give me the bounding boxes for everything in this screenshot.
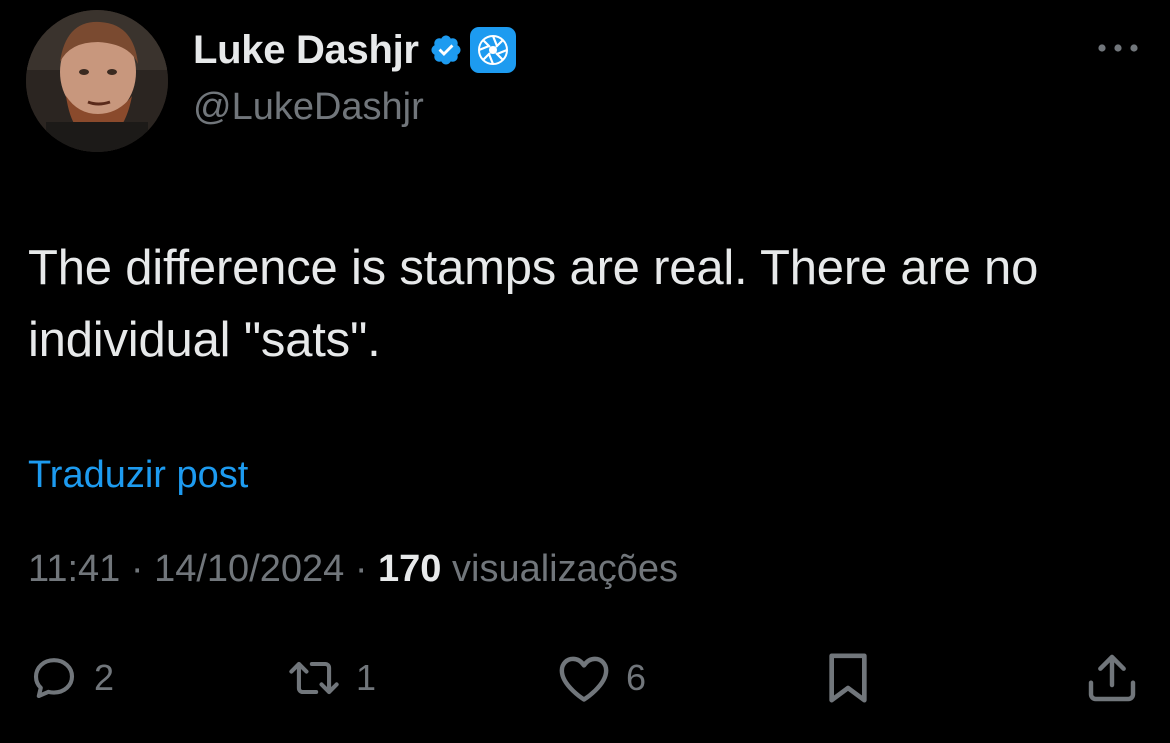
heart-icon — [559, 656, 609, 702]
retweet-icon — [289, 661, 339, 695]
reply-button[interactable]: 2 — [28, 648, 114, 708]
verified-badge-icon — [431, 35, 461, 65]
like-count: 6 — [626, 657, 647, 698]
avatar[interactable] — [26, 10, 168, 152]
author-name-row[interactable]: Luke Dashjr — [193, 26, 516, 74]
author-display-name[interactable]: Luke Dashjr — [193, 28, 419, 73]
retweet-count: 1 — [356, 657, 377, 698]
views-count[interactable]: 170 — [378, 548, 441, 590]
share-button[interactable] — [1084, 648, 1140, 708]
tweet-time[interactable]: 11:41 — [28, 548, 120, 590]
tweet-metadata: 11:41 · 14/10/2024 · 170 visualizações — [28, 548, 678, 591]
retweet-button[interactable]: 1 — [286, 648, 376, 708]
affiliate-badge-icon[interactable] — [469, 27, 516, 73]
tweet-date[interactable]: 14/10/2024 — [154, 548, 344, 590]
bookmark-button[interactable] — [822, 648, 874, 708]
meta-separator: · — [130, 548, 144, 590]
views-label[interactable]: visualizações — [452, 548, 678, 590]
bookmark-icon — [829, 653, 867, 703]
tweet-text: The difference is stamps are real. There… — [28, 241, 1039, 367]
author-handle[interactable]: @LukeDashjr — [193, 86, 424, 129]
share-icon — [1088, 654, 1136, 702]
more-options-icon[interactable] — [1094, 36, 1142, 60]
like-button[interactable]: 6 — [556, 648, 646, 708]
meta-separator: · — [354, 548, 368, 590]
reply-count: 2 — [94, 657, 115, 698]
translate-post-link[interactable]: Traduzir post — [28, 454, 248, 497]
reply-icon — [33, 658, 75, 699]
